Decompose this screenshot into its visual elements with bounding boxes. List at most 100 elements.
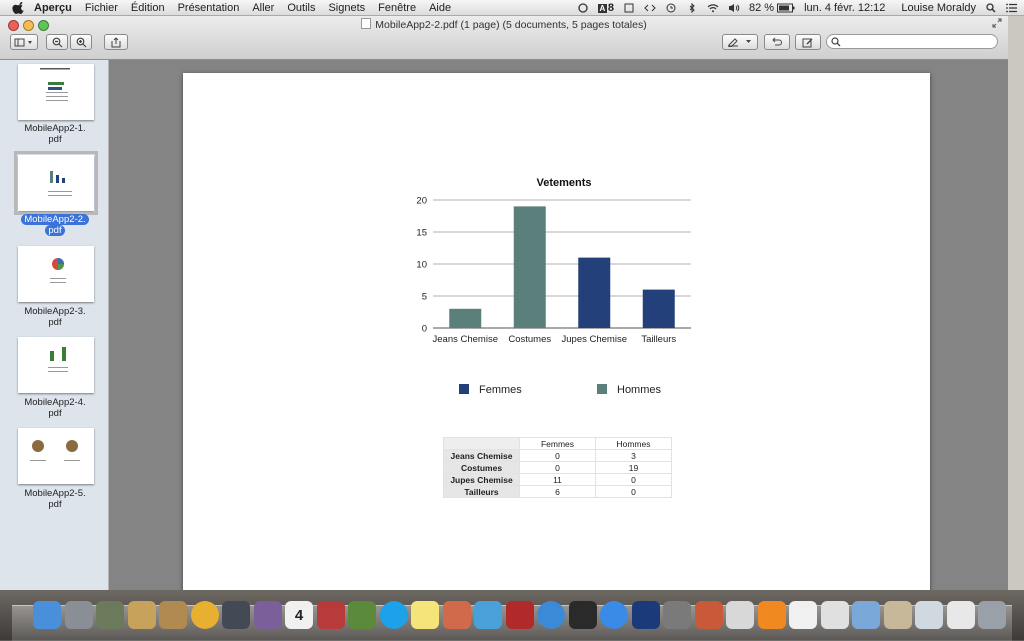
menu-bar: Aperçu Fichier Édition Présentation Alle… [0, 0, 1024, 16]
photobooth-icon[interactable] [506, 601, 534, 629]
zoom-out-icon [52, 37, 62, 47]
chart-title: Vetements [536, 177, 591, 189]
page-thumbnail-image [40, 68, 70, 101]
app-icon[interactable] [884, 601, 912, 629]
y-tick-label: 20 [416, 196, 427, 207]
background-window-edge [1008, 16, 1024, 590]
menu-aide[interactable]: Aide [429, 2, 451, 14]
pdf-page: Vetements 0 5 10 15 20 Jeans Chemise Costumes Ju… [183, 73, 930, 600]
x-tick-label: Costumes [508, 334, 551, 345]
app-icon[interactable] [348, 601, 376, 629]
spotlight-icon[interactable] [985, 2, 997, 13]
app-icon[interactable] [569, 601, 597, 629]
document-view[interactable]: Vetements 0 5 10 15 20 Jeans Chemise Costumes Ju… [109, 60, 1008, 600]
finder-icon[interactable] [33, 601, 61, 629]
photoshop-icon[interactable] [632, 601, 660, 629]
menu-fenetre[interactable]: Fenêtre [378, 2, 416, 14]
view-menu-button[interactable] [10, 34, 38, 50]
table-header-row: Femmes Hommes [443, 437, 672, 450]
menu-app-name[interactable]: Aperçu [34, 2, 72, 14]
app-icon[interactable] [695, 601, 723, 629]
folder-icon[interactable] [852, 601, 880, 629]
time-machine-icon[interactable] [665, 3, 677, 13]
notes-icon[interactable] [411, 601, 439, 629]
thumbnail-mobileapp2-2[interactable] [14, 151, 98, 215]
page-thumbnail-image [48, 171, 72, 196]
launchpad-icon[interactable] [65, 601, 93, 629]
menu-fichier[interactable]: Fichier [85, 2, 118, 14]
annotate-menu-button[interactable] [722, 34, 758, 50]
dropbox-icon[interactable] [623, 3, 635, 13]
app-icon[interactable] [789, 601, 817, 629]
menu-edition[interactable]: Édition [131, 2, 165, 14]
notification-center-icon[interactable] [1006, 3, 1018, 13]
thumbnail-mobileapp2-3[interactable] [18, 246, 94, 302]
legend-label: Femmes [479, 384, 522, 396]
window-title: MobileApp2-2.pdf (1 page) (5 documents, … [375, 19, 647, 31]
x-tick-label: Tailleurs [641, 334, 676, 345]
thumbnail-mobileapp2-1[interactable] [18, 64, 94, 120]
thumbnail-label[interactable]: MobileApp2-3. pdf [6, 306, 104, 328]
table-cell: 0 [595, 473, 672, 486]
thumbnail-label-selected[interactable]: MobileApp2-2. pdf [6, 214, 104, 236]
documents-icon[interactable] [821, 601, 849, 629]
table-cell: 0 [519, 449, 596, 462]
thumbnail-mobileapp2-5[interactable] [18, 428, 94, 484]
legend-swatch [597, 384, 607, 394]
app-icon[interactable] [159, 601, 187, 629]
preview-icon[interactable] [128, 601, 156, 629]
table-cell: 11 [519, 473, 596, 486]
clock[interactable]: lun. 4 févr. 12:12 [804, 2, 885, 14]
zoom-in-button[interactable] [70, 34, 92, 50]
menu-outils[interactable]: Outils [287, 2, 315, 14]
app-icon[interactable] [474, 601, 502, 629]
trash-icon[interactable] [978, 601, 1006, 629]
table-cell: 6 [519, 485, 596, 498]
table-cell: 3 [595, 449, 672, 462]
app-icon[interactable] [222, 601, 250, 629]
bluetooth-icon[interactable] [686, 2, 698, 13]
bar-chart: Vetements 0 5 10 15 20 Jeans Chemise Costumes Ju… [416, 177, 691, 396]
app-icon[interactable] [947, 601, 975, 629]
app-icon[interactable] [317, 601, 345, 629]
app-icon[interactable] [915, 601, 943, 629]
menu-presentation[interactable]: Présentation [178, 2, 240, 14]
share-button[interactable] [104, 34, 128, 50]
status-badge[interactable]: A8 [597, 2, 614, 14]
vlc-icon[interactable] [758, 601, 786, 629]
zoom-out-button[interactable] [46, 34, 68, 50]
menu-aller[interactable]: Aller [252, 2, 274, 14]
app-icon[interactable] [726, 601, 754, 629]
user-name[interactable]: Louise Moraldy [901, 2, 976, 14]
thumbnail-label[interactable]: MobileApp2-5. pdf [6, 488, 104, 510]
menu-signets[interactable]: Signets [328, 2, 365, 14]
edit-toolbar-button[interactable] [795, 34, 821, 50]
thumbnail-label[interactable]: MobileApp2-4. pdf [6, 397, 104, 419]
code-icon[interactable] [644, 3, 656, 13]
volume-icon[interactable] [728, 3, 740, 13]
app-icon[interactable] [443, 601, 471, 629]
rotate-button[interactable] [764, 34, 790, 50]
thumbnail-label[interactable]: MobileApp2-1. pdf [6, 123, 104, 145]
itunes-icon[interactable] [537, 601, 565, 629]
app-icon[interactable] [254, 601, 282, 629]
bar [642, 289, 675, 328]
app-icon[interactable] [663, 601, 691, 629]
search-icon [831, 37, 841, 47]
chrome-icon[interactable] [191, 601, 219, 629]
calendar-icon[interactable]: 4 [285, 601, 313, 629]
sidebar-icon [14, 38, 32, 46]
thumbnail-sidebar: MobileApp2-1. pdf MobileApp2-2. pdf Mobile… [0, 60, 109, 590]
wifi-icon[interactable] [707, 3, 719, 13]
apple-menu-icon[interactable] [12, 1, 26, 15]
battery-icon[interactable] [777, 3, 795, 13]
fullscreen-icon[interactable] [992, 18, 1002, 28]
search-input[interactable] [826, 34, 998, 49]
creative-cloud-icon[interactable] [577, 2, 589, 13]
appstore-icon[interactable] [600, 601, 628, 629]
thumbnail-mobileapp2-4[interactable] [18, 337, 94, 393]
app-icon[interactable] [96, 601, 124, 629]
skype-icon[interactable] [380, 601, 408, 629]
edit-icon [802, 38, 813, 47]
battery-percent[interactable]: 82 % [749, 2, 774, 14]
